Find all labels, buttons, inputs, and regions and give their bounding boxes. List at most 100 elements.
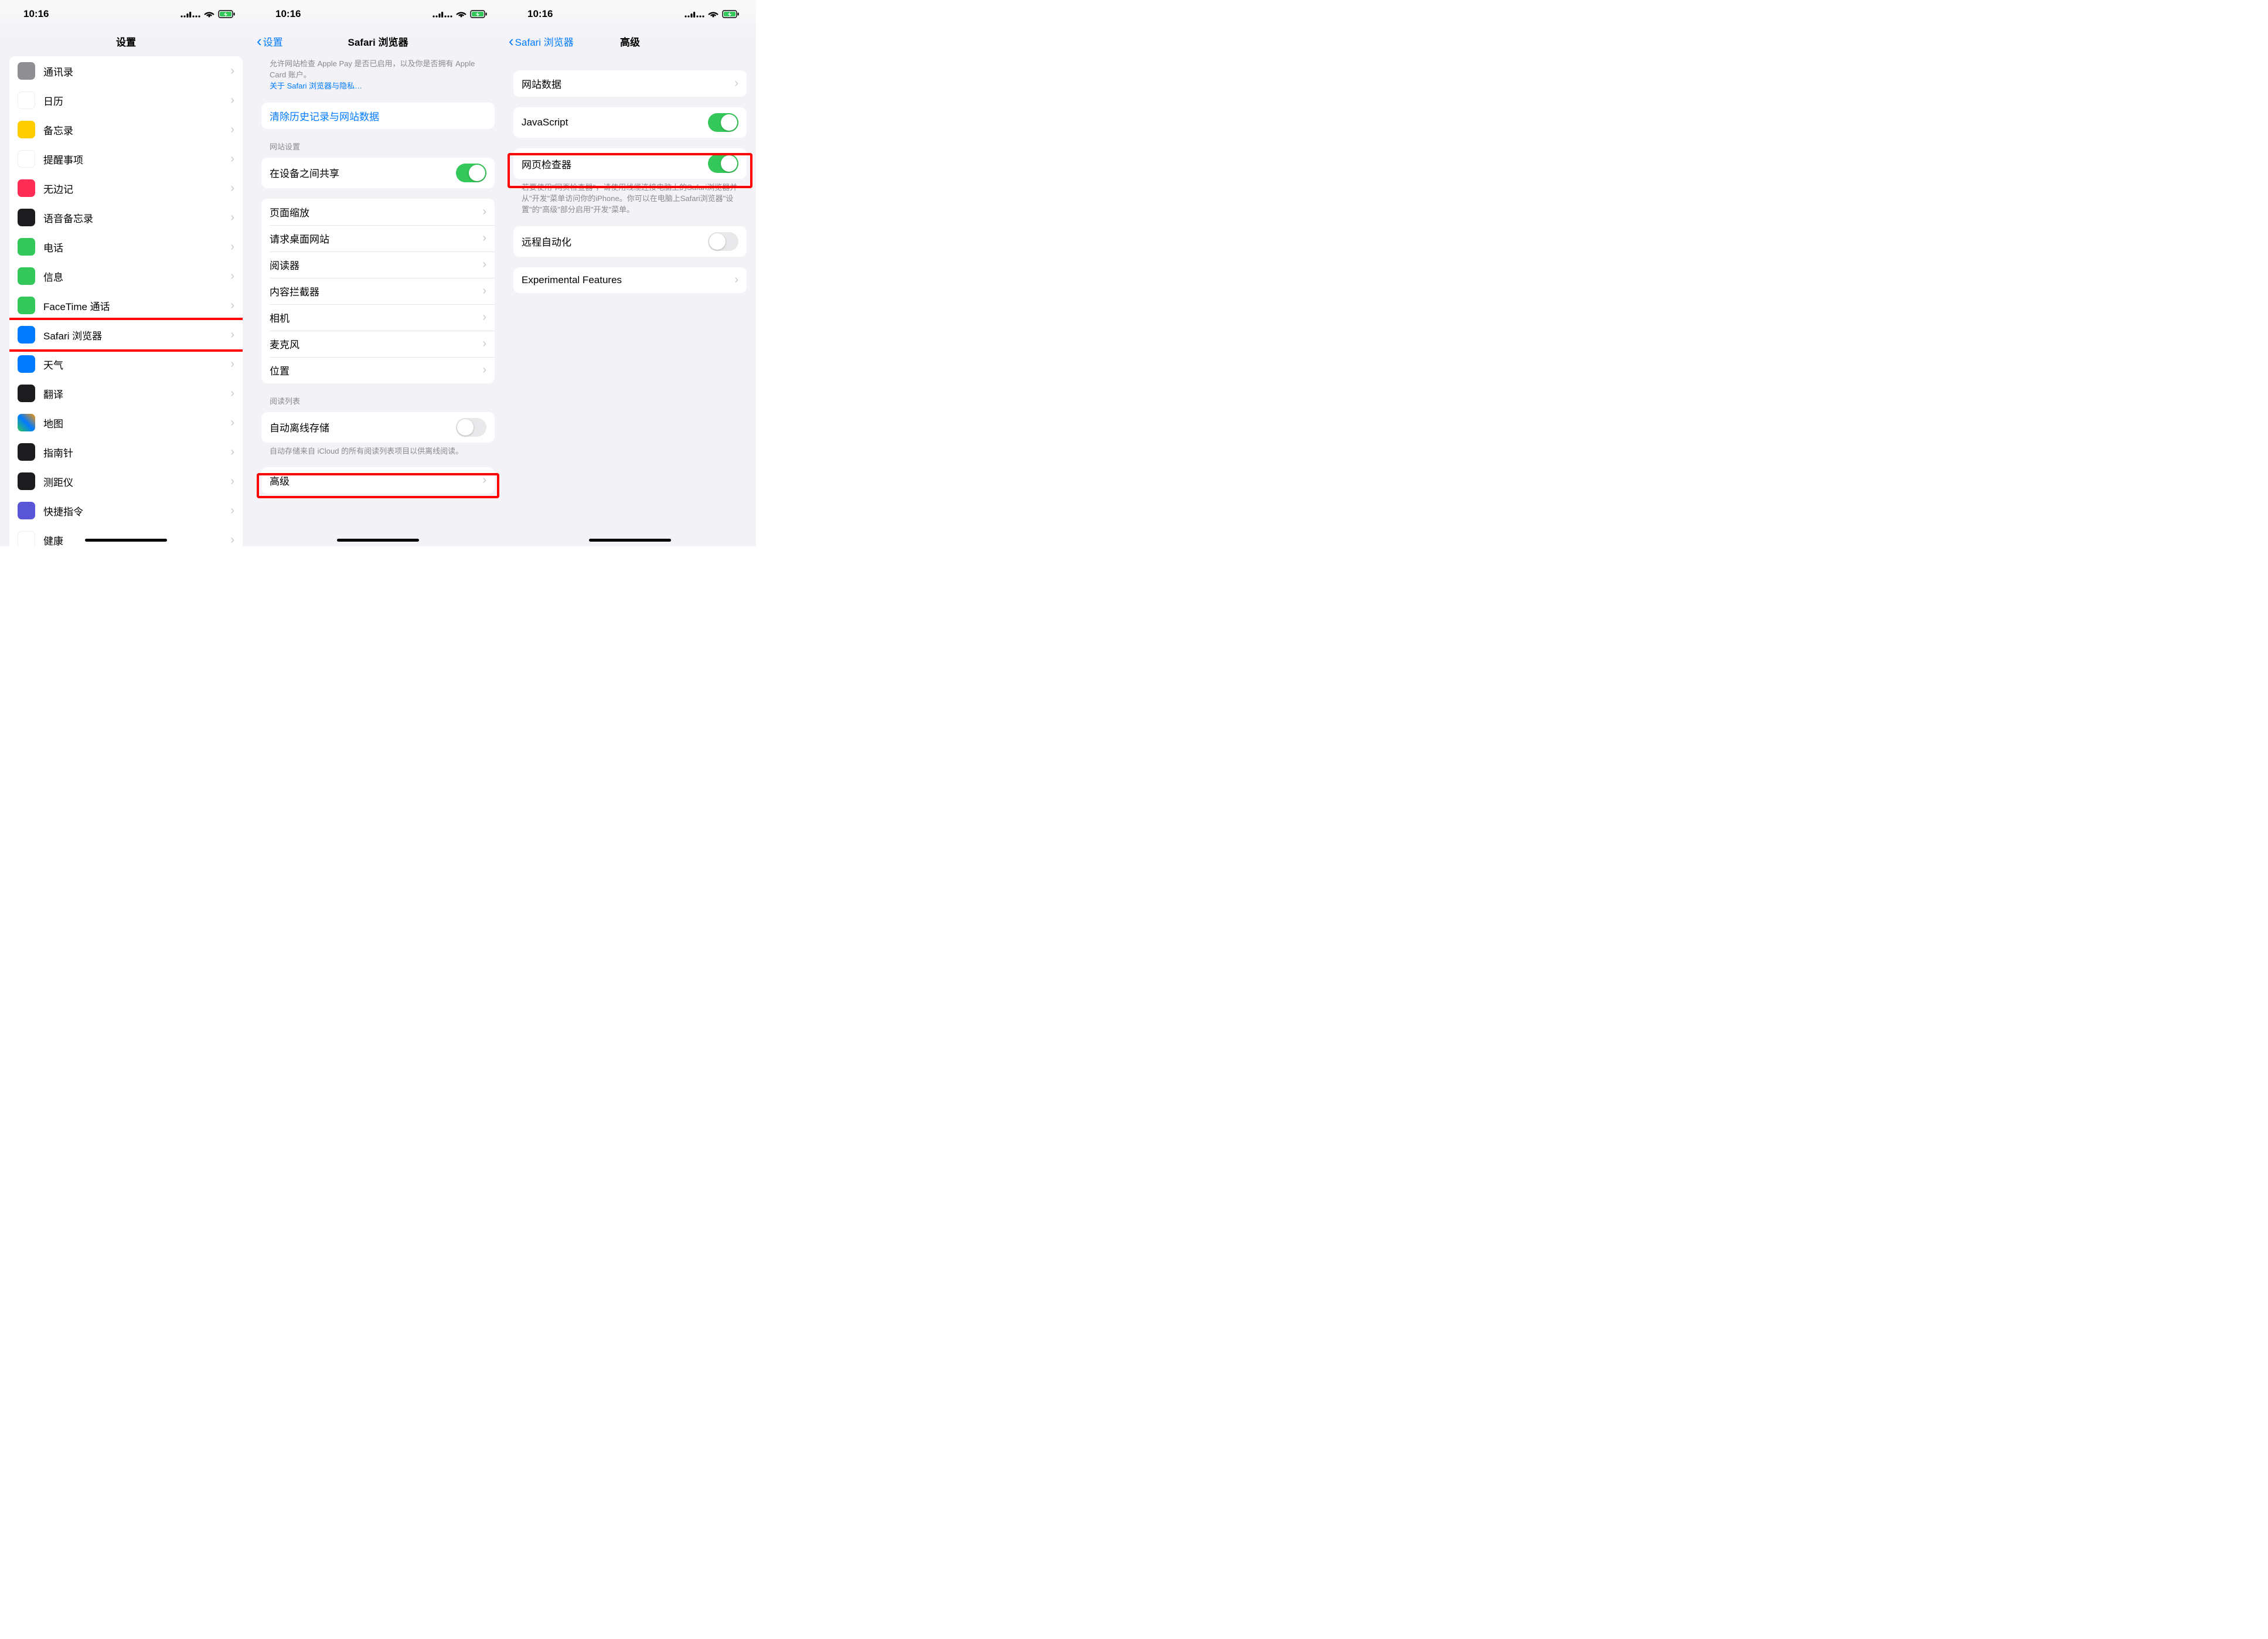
web-inspector-group: 网页检查器 [513, 148, 747, 179]
chevron-right-icon: › [230, 94, 234, 107]
setting-row[interactable]: 请求桌面网站› [261, 225, 495, 251]
website-settings-group: 页面缩放›请求桌面网站›阅读器›内容拦截器›相机›麦克风›位置› [261, 199, 495, 383]
settings-row-label: FaceTime 通话 [43, 298, 230, 313]
settings-row-label: 测距仪 [43, 474, 230, 489]
setting-row-label: 阅读器 [270, 257, 482, 272]
settings-row-translate[interactable]: 翻译› [9, 379, 243, 408]
home-indicator[interactable] [589, 539, 671, 542]
share-across-devices-toggle[interactable] [456, 164, 486, 182]
battery-charging-icon [218, 10, 236, 18]
settings-row-measure[interactable]: 测距仪› [9, 467, 243, 496]
javascript-label: JavaScript [522, 117, 708, 128]
back-button[interactable]: ‹ 设置 [257, 33, 283, 49]
settings-row-weather[interactable]: 天气› [9, 349, 243, 379]
settings-row-label: 指南针 [43, 445, 230, 460]
settings-row-notes[interactable]: 备忘录› [9, 115, 243, 144]
nav-title: 设置 [116, 34, 136, 49]
setting-row[interactable]: 内容拦截器› [261, 278, 495, 304]
settings-row-freeform[interactable]: 无边记› [9, 174, 243, 203]
contacts-icon [18, 62, 35, 80]
chevron-right-icon: › [482, 284, 486, 298]
setting-row[interactable]: 页面缩放› [261, 199, 495, 225]
remote-automation-label: 远程自动化 [522, 234, 708, 249]
settings-row-reminders[interactable]: 提醒事项› [9, 144, 243, 174]
website-data-group: 网站数据 › [513, 70, 747, 97]
battery-charging-icon [470, 10, 488, 18]
chevron-right-icon: › [230, 211, 234, 225]
settings-row-voice-memos[interactable]: 语音备忘录› [9, 203, 243, 232]
settings-row-facetime[interactable]: FaceTime 通话› [9, 291, 243, 320]
settings-row-label: 备忘录 [43, 123, 230, 137]
home-indicator[interactable] [85, 539, 167, 542]
chevron-right-icon: › [230, 416, 234, 430]
setting-row[interactable]: 相机› [261, 304, 495, 331]
settings-row-phone[interactable]: 电话› [9, 232, 243, 261]
home-indicator[interactable] [337, 539, 419, 542]
share-across-devices-row[interactable]: 在设备之间共享 [261, 158, 495, 188]
settings-row-compass[interactable]: 指南针› [9, 437, 243, 467]
safari-icon [18, 326, 35, 344]
wifi-icon [456, 10, 466, 18]
web-inspector-row[interactable]: 网页检查器 [513, 148, 747, 179]
chevron-right-icon: › [230, 387, 234, 400]
reminders-icon [18, 150, 35, 168]
chevron-right-icon: › [230, 182, 234, 195]
experimental-features-row[interactable]: Experimental Features › [513, 267, 747, 293]
javascript-toggle[interactable] [708, 113, 738, 132]
settings-row-safari[interactable]: Safari 浏览器› [9, 320, 243, 349]
setting-row[interactable]: 位置› [261, 357, 495, 383]
settings-row-shortcuts[interactable]: 快捷指令› [9, 496, 243, 525]
dual-sim-signal-icon [181, 10, 200, 18]
settings-row-calendar[interactable]: 日历› [9, 86, 243, 115]
remote-automation-toggle[interactable] [708, 232, 738, 251]
share-devices-group: 在设备之间共享 [261, 158, 495, 188]
privacy-footer-text: 允许网站检查 Apple Pay 是否已启用，以及你是否拥有 Apple Car… [270, 59, 475, 79]
chevron-right-icon: › [482, 363, 486, 377]
status-bar: 10:16 [0, 0, 252, 28]
setting-row[interactable]: 麦克风› [261, 331, 495, 357]
auto-save-offline-toggle[interactable] [456, 418, 486, 437]
safari-advanced-screen: 10:16 ‹ Safari 浏览器 高级 网站数据 › JavaScript [504, 0, 756, 546]
javascript-row[interactable]: JavaScript [513, 107, 747, 138]
back-label: Safari 浏览器 [515, 34, 574, 49]
settings-content[interactable]: 通讯录›日历›备忘录›提醒事项›无边记›语音备忘录›电话›信息›FaceTime… [0, 54, 252, 546]
calendar-icon [18, 91, 35, 109]
chevron-right-icon: › [482, 311, 486, 324]
back-button[interactable]: ‹ Safari 浏览器 [509, 33, 574, 49]
status-icons [433, 10, 488, 18]
chevron-right-icon: › [734, 273, 738, 287]
experimental-features-group: Experimental Features › [513, 267, 747, 293]
website-settings-header: 网站设置 [270, 141, 486, 152]
chevron-right-icon: › [734, 77, 738, 90]
settings-row-contacts[interactable]: 通讯录› [9, 56, 243, 86]
settings-row-messages[interactable]: 信息› [9, 261, 243, 291]
settings-row-health[interactable]: 健康› [9, 525, 243, 546]
setting-row-label: 麦克风 [270, 336, 482, 351]
remote-automation-row[interactable]: 远程自动化 [513, 226, 747, 257]
chevron-left-icon: ‹ [509, 33, 514, 49]
clear-history-row[interactable]: 清除历史记录与网站数据 [261, 103, 495, 129]
status-icons [685, 10, 740, 18]
settings-row-maps[interactable]: 地图› [9, 408, 243, 437]
web-inspector-footer: 若要使用"网页检查器"，请使用线缆连接电脑上的Safari浏览器并从"开发"菜单… [522, 182, 738, 216]
setting-row-label: 请求桌面网站 [270, 231, 482, 246]
auto-save-footer: 自动存储来自 iCloud 的所有阅读列表项目以供离线阅读。 [270, 446, 486, 457]
privacy-footer: 允许网站检查 Apple Pay 是否已启用，以及你是否拥有 Apple Car… [270, 59, 486, 92]
setting-row[interactable]: 阅读器› [261, 251, 495, 278]
safari-content[interactable]: 允许网站检查 Apple Pay 是否已启用，以及你是否拥有 Apple Car… [252, 54, 504, 546]
chevron-right-icon: › [230, 504, 234, 518]
status-time: 10:16 [527, 8, 553, 20]
weather-icon [18, 355, 35, 373]
setting-row-label: 内容拦截器 [270, 284, 482, 298]
auto-save-offline-row[interactable]: 自动离线存储 [261, 412, 495, 443]
chevron-right-icon: › [230, 299, 234, 312]
privacy-link[interactable]: 关于 Safari 浏览器与隐私… [270, 81, 362, 90]
advanced-row[interactable]: 高级 › [261, 467, 495, 494]
setting-row-label: 页面缩放 [270, 205, 482, 219]
clear-history-label: 清除历史记录与网站数据 [270, 108, 486, 123]
web-inspector-toggle[interactable] [708, 154, 738, 173]
website-data-row[interactable]: 网站数据 › [513, 70, 747, 97]
chevron-right-icon: › [482, 474, 486, 487]
advanced-group: 高级 › [261, 467, 495, 494]
advanced-content[interactable]: 网站数据 › JavaScript 网页检查器 若要使用"网页检查器"，请使用线… [504, 54, 756, 546]
